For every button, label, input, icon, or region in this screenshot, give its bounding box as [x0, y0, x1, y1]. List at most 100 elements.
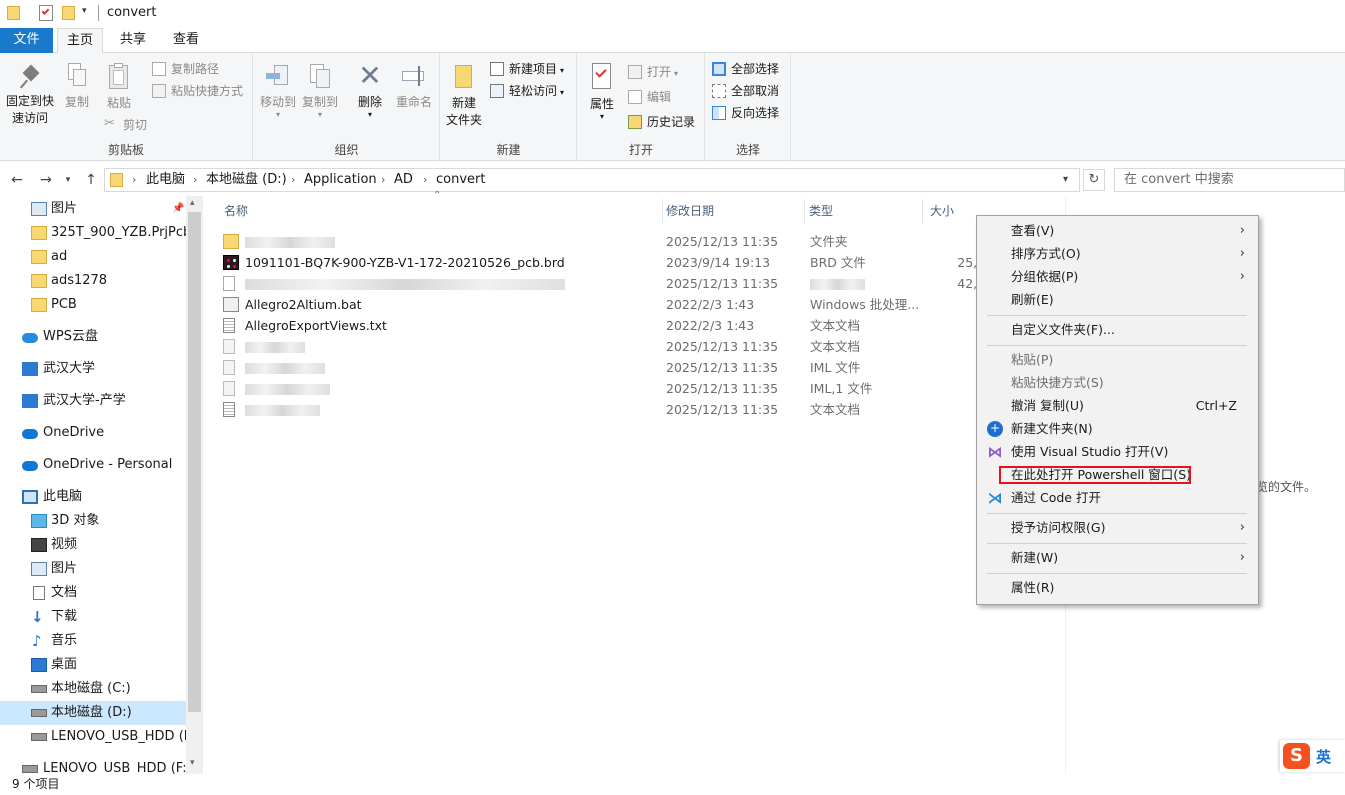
- column-header-name[interactable]: 名称: [224, 199, 248, 223]
- nav-item-folder[interactable]: ads1278: [0, 269, 186, 293]
- properties-quick-icon[interactable]: [39, 5, 53, 21]
- column-header-size[interactable]: 大小: [930, 199, 954, 223]
- breadcrumb-separator[interactable]: ›: [423, 169, 427, 191]
- menu-item-open-code[interactable]: ⋊ 通过 Code 打开: [978, 487, 1257, 509]
- cut-button[interactable]: ✂ 剪切: [104, 115, 147, 135]
- nav-item-desktop[interactable]: 桌面: [0, 653, 186, 677]
- menu-item-refresh[interactable]: 刷新(E): [978, 289, 1257, 311]
- column-header-date[interactable]: 修改日期: [666, 199, 714, 223]
- breadcrumb-convert[interactable]: convert: [436, 169, 485, 191]
- delete-button[interactable]: ✕ 删除 ▾: [350, 62, 390, 119]
- address-bar[interactable]: › 此电脑 › 本地磁盘 (D:) › Application › AD › c…: [104, 168, 1080, 192]
- menu-item-paste[interactable]: 粘贴(P): [978, 349, 1257, 371]
- menu-item-paste-shortcut[interactable]: 粘贴快捷方式(S): [978, 372, 1257, 394]
- search-input[interactable]: 在 convert 中搜索: [1114, 168, 1345, 192]
- nav-item-folder[interactable]: PCB: [0, 293, 186, 317]
- menu-item-new[interactable]: 新建(W) ›: [978, 547, 1257, 569]
- ime-toolbar[interactable]: S 英: [1280, 740, 1345, 772]
- pin-quick-access-button[interactable]: 固定到快 速访问: [3, 64, 57, 127]
- chevron-down-icon[interactable]: ▾: [82, 6, 87, 16]
- menu-item-properties[interactable]: 属性(R): [978, 577, 1257, 599]
- paste-shortcut-button[interactable]: 粘贴快捷方式: [152, 81, 243, 101]
- menu-item-sort[interactable]: 排序方式(O) ›: [978, 243, 1257, 265]
- file-row[interactable]: 2025/12/13 11:35 IML,1 文件 411: [223, 378, 1003, 399]
- breadcrumb-this-pc[interactable]: 此电脑: [146, 169, 185, 191]
- breadcrumb-separator[interactable]: ›: [193, 169, 197, 191]
- nav-item-videos[interactable]: 视频: [0, 533, 186, 557]
- nav-item-onedrive[interactable]: OneDrive: [0, 421, 186, 445]
- file-row[interactable]: 2025/12/13 11:35 文件夹: [223, 231, 1003, 252]
- nav-item-downloads[interactable]: ↓ 下载: [0, 605, 186, 629]
- nav-item-drive-d[interactable]: 本地磁盘 (D:): [0, 701, 186, 725]
- file-row[interactable]: 2025/12/13 11:35 文本文档 4: [223, 336, 1003, 357]
- nav-item-music[interactable]: ♪ 音乐: [0, 629, 186, 653]
- tab-home[interactable]: 主页: [57, 28, 103, 54]
- file-row[interactable]: 2025/12/13 11:35 文本文档 36: [223, 399, 1003, 420]
- tab-file[interactable]: 文件: [0, 28, 53, 53]
- menu-item-new-folder[interactable]: + 新建文件夹(N): [978, 418, 1257, 440]
- easy-access-button[interactable]: 轻松访问 ▾: [490, 81, 564, 101]
- menu-item-grant-access[interactable]: 授予访问权限(G) ›: [978, 517, 1257, 539]
- invert-selection-button[interactable]: 反向选择: [712, 103, 779, 123]
- rename-button[interactable]: 重命名: [392, 63, 436, 111]
- copy-to-button[interactable]: 复制到 ▾: [300, 63, 340, 119]
- menu-item-group[interactable]: 分组依据(P) ›: [978, 266, 1257, 288]
- nav-scrollbar[interactable]: ▴ ▾: [186, 196, 203, 774]
- nav-item-wps-cloud[interactable]: WPS云盘: [0, 325, 186, 349]
- visual-studio-icon: ⋈: [987, 443, 1003, 461]
- breadcrumb-application[interactable]: Application: [304, 169, 377, 191]
- select-none-button[interactable]: 全部取消: [712, 81, 779, 101]
- nav-item-this-pc[interactable]: 此电脑: [0, 485, 186, 509]
- edit-button[interactable]: 编辑: [628, 87, 671, 107]
- file-row[interactable]: 2025/12/13 11:35 IML 文件 429: [223, 357, 1003, 378]
- nav-item-onedrive-personal[interactable]: OneDrive - Personal: [0, 453, 186, 477]
- move-to-button[interactable]: 移动到 ▾: [258, 63, 298, 119]
- back-button[interactable]: ←: [7, 170, 27, 190]
- new-folder-button[interactable]: 新建 文件夹: [444, 63, 484, 129]
- address-dropdown-icon[interactable]: ▾: [1063, 169, 1068, 191]
- column-header-type[interactable]: 类型: [809, 199, 833, 223]
- scroll-down-icon[interactable]: ▾: [190, 758, 195, 768]
- refresh-button[interactable]: ↻: [1083, 169, 1105, 191]
- breadcrumb-separator[interactable]: ›: [381, 169, 385, 191]
- nav-item-folder[interactable]: 325T_900_YZB.PrjPcb: [0, 221, 191, 245]
- new-folder-quick-icon[interactable]: [62, 6, 75, 20]
- breadcrumb-separator[interactable]: ›: [132, 169, 136, 191]
- properties-button[interactable]: 属性 ▾: [585, 63, 619, 121]
- nav-item-whu[interactable]: 武汉大学: [0, 357, 186, 381]
- file-row[interactable]: AllegroExportViews.txt 2022/2/3 1:43 文本文…: [223, 315, 1003, 336]
- breadcrumb-drive-d[interactable]: 本地磁盘 (D:): [206, 169, 287, 191]
- tab-view[interactable]: 查看: [163, 28, 209, 53]
- nav-item-whu-industry[interactable]: 武汉大学-产学: [0, 389, 186, 413]
- select-all-button[interactable]: 全部选择: [712, 59, 779, 79]
- file-row[interactable]: Allegro2Altium.bat 2022/2/3 1:43 Windows…: [223, 294, 1003, 315]
- open-button[interactable]: 打开 ▾: [628, 62, 678, 82]
- scroll-up-icon[interactable]: ▴: [190, 198, 195, 208]
- nav-item-pictures-pinned[interactable]: 图片 📌: [0, 197, 186, 221]
- breadcrumb-separator[interactable]: ›: [291, 169, 295, 191]
- nav-item-usb-f[interactable]: LENOVO_USB_HDD (F:): [0, 757, 192, 774]
- forward-button[interactable]: →: [36, 170, 56, 190]
- file-row[interactable]: 1091101-BQ7K-900-YZB-V1-172-20210526_pcb…: [223, 252, 1003, 273]
- nav-item-folder[interactable]: ad: [0, 245, 186, 269]
- menu-item-open-visual-studio[interactable]: ⋈ 使用 Visual Studio 打开(V): [978, 441, 1257, 463]
- file-row[interactable]: 2025/12/13 11:35 42,511: [223, 273, 1003, 294]
- menu-item-view[interactable]: 查看(V) ›: [978, 220, 1257, 242]
- new-item-button[interactable]: 新建项目 ▾: [490, 59, 564, 79]
- recent-locations-chevron-icon[interactable]: ▾: [61, 170, 75, 190]
- copy-button[interactable]: 复制: [60, 63, 94, 111]
- nav-item-drive-c[interactable]: 本地磁盘 (C:): [0, 677, 186, 701]
- menu-item-customize-folder[interactable]: 自定义文件夹(F)...: [978, 319, 1257, 341]
- breadcrumb-ad[interactable]: AD: [394, 169, 413, 191]
- scrollbar-thumb[interactable]: [188, 212, 201, 712]
- paste-button[interactable]: 粘贴: [100, 63, 138, 112]
- tab-share[interactable]: 共享: [110, 28, 156, 53]
- nav-item-pictures[interactable]: 图片: [0, 557, 186, 581]
- copy-path-button[interactable]: 复制路径: [152, 59, 219, 79]
- nav-item-usb-e[interactable]: LENOVO_USB_HDD (E:): [0, 725, 201, 749]
- nav-item-3d-objects[interactable]: 3D 对象: [0, 509, 186, 533]
- nav-item-documents[interactable]: 文档: [0, 581, 186, 605]
- menu-item-undo-copy[interactable]: 撤消 复制(U) Ctrl+Z: [978, 395, 1257, 417]
- history-button[interactable]: 历史记录: [628, 112, 695, 132]
- up-button[interactable]: ↑: [81, 170, 101, 190]
